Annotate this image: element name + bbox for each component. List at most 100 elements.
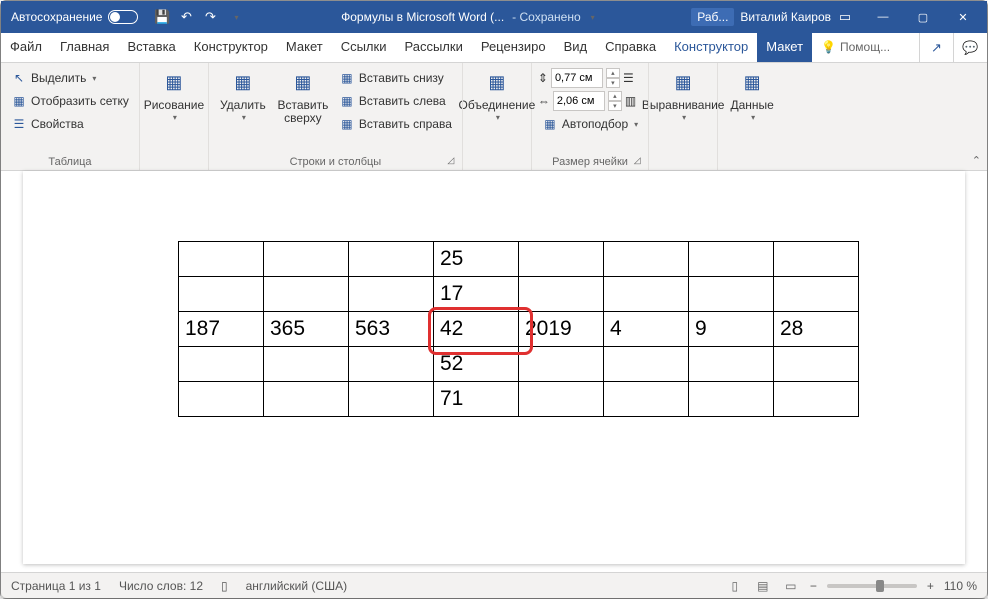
share-button[interactable]: ↗ <box>919 33 953 62</box>
web-layout-icon[interactable]: ▭ <box>782 578 800 594</box>
account-badge: Раб... <box>691 8 734 26</box>
tab-layout[interactable]: Макет <box>277 33 332 62</box>
table-row[interactable]: 1873655634220194928 <box>179 312 859 347</box>
cursor-icon: ↖ <box>11 70 27 86</box>
word-table[interactable]: 25 17 1873655634220194928 52 71 <box>178 241 859 417</box>
qat-more-icon[interactable]: ▾ <box>228 9 244 25</box>
print-layout-icon[interactable]: ▤ <box>754 578 772 594</box>
data-icon: ▦ <box>738 69 766 97</box>
delete-icon: ▦ <box>229 69 257 97</box>
zoom-in-icon[interactable]: + <box>927 579 934 593</box>
autosave[interactable]: Автосохранение <box>5 10 144 24</box>
height-input[interactable] <box>551 68 603 88</box>
row-height[interactable]: ⇕▴▾☰ <box>538 67 642 89</box>
insert-above-button[interactable]: ▦Вставить сверху <box>275 67 331 127</box>
ribbon-options-icon[interactable]: ▭ <box>837 9 853 25</box>
tab-table-layout[interactable]: Макет <box>757 33 812 62</box>
group-label-rows: Строки и столбцы <box>290 154 382 168</box>
autofit-button[interactable]: ▦Автоподбор▾ <box>538 113 642 135</box>
tab-table-design[interactable]: Конструктор <box>665 33 757 62</box>
height-icon: ⇕ <box>538 71 548 85</box>
tab-help[interactable]: Справка <box>596 33 665 62</box>
tab-mailings[interactable]: Рассылки <box>395 33 471 62</box>
distribute-cols-icon[interactable]: ▥ <box>625 94 636 108</box>
insert-below-button[interactable]: ▦Вставить снизу <box>335 67 456 89</box>
user-name: Виталий Каиров <box>740 10 831 24</box>
focus-mode-icon[interactable]: ▯ <box>726 578 744 594</box>
group-data: ▦Данные▾ <box>718 63 786 170</box>
merge-button[interactable]: ▦Объединение▾ <box>469 67 525 125</box>
ribbon-tabs: Файл Главная Вставка Конструктор Макет С… <box>1 33 987 63</box>
delete-button[interactable]: ▦Удалить▾ <box>215 67 271 125</box>
col-width[interactable]: ⇔▴▾▥ <box>538 90 642 112</box>
undo-icon[interactable]: ↶ <box>178 9 194 25</box>
window-controls: — ▢ ✕ <box>863 1 983 33</box>
tell-me[interactable]: 💡Помощ... <box>812 33 899 62</box>
gridlines-button[interactable]: ▦Отобразить сетку <box>7 90 133 112</box>
group-label-cell: Размер ячейки <box>552 154 628 168</box>
title-dropdown-icon[interactable]: ▾ <box>591 13 595 22</box>
distribute-rows-icon[interactable]: ☰ <box>623 71 634 85</box>
group-table: ↖Выделить▾ ▦Отобразить сетку ☰Свойства Т… <box>1 63 140 170</box>
dialog-launcher-icon[interactable]: ◿ <box>444 153 458 167</box>
active-cell: 42 <box>434 312 519 347</box>
table-row[interactable]: 71 <box>179 382 859 417</box>
status-bar: Страница 1 из 1 Число слов: 12 ▯ английс… <box>1 572 987 598</box>
tab-home[interactable]: Главная <box>51 33 118 62</box>
document-area[interactable]: 25 17 1873655634220194928 52 71 <box>23 171 965 564</box>
zoom-out-icon[interactable]: − <box>810 579 817 593</box>
group-align: ▦Выравнивание▾ <box>649 63 718 170</box>
autosave-toggle[interactable] <box>108 10 138 24</box>
tab-file[interactable]: Файл <box>1 33 51 62</box>
autosave-label: Автосохранение <box>11 10 102 24</box>
group-label-table: Таблица <box>48 154 91 168</box>
grid-icon: ▦ <box>11 93 27 109</box>
group-draw: ▦Рисование▾ <box>140 63 209 170</box>
insert-right-icon: ▦ <box>339 116 355 132</box>
properties-icon: ☰ <box>11 116 27 132</box>
dialog-launcher-icon[interactable]: ◿ <box>630 153 644 167</box>
group-merge: ▦Объединение▾ <box>463 63 532 170</box>
tab-view[interactable]: Вид <box>555 33 597 62</box>
zoom-level[interactable]: 110 % <box>944 579 977 593</box>
properties-button[interactable]: ☰Свойства <box>7 113 133 135</box>
zoom-slider[interactable] <box>827 584 917 588</box>
minimize-button[interactable]: — <box>863 1 903 33</box>
tab-review[interactable]: Рецензиро <box>472 33 555 62</box>
page-info[interactable]: Страница 1 из 1 <box>11 579 101 593</box>
insert-left-icon: ▦ <box>339 93 355 109</box>
align-button[interactable]: ▦Выравнивание▾ <box>655 67 711 125</box>
tab-design[interactable]: Конструктор <box>185 33 277 62</box>
insert-left-button[interactable]: ▦Вставить слева <box>335 90 456 112</box>
draw-button[interactable]: ▦Рисование▾ <box>146 67 202 125</box>
insert-right-button[interactable]: ▦Вставить справа <box>335 113 456 135</box>
select-button[interactable]: ↖Выделить▾ <box>7 67 133 89</box>
quick-access-toolbar: 💾 ↶ ↷ ▾ <box>150 9 248 25</box>
saved-status: - Сохранено <box>512 10 580 24</box>
account-area[interactable]: Раб... Виталий Каиров ▭ <box>687 8 857 26</box>
width-input[interactable] <box>553 91 605 111</box>
data-button[interactable]: ▦Данные▾ <box>724 67 780 125</box>
table-row[interactable]: 25 <box>179 242 859 277</box>
redo-icon[interactable]: ↷ <box>202 9 218 25</box>
maximize-button[interactable]: ▢ <box>903 1 943 33</box>
word-count[interactable]: Число слов: 12 <box>119 579 203 593</box>
autofit-icon: ▦ <box>542 116 558 132</box>
pencil-icon: ▦ <box>160 69 188 97</box>
ribbon: ↖Выделить▾ ▦Отобразить сетку ☰Свойства Т… <box>1 63 987 171</box>
align-icon: ▦ <box>669 69 697 97</box>
window-title: Формулы в Microsoft Word (... - Сохранен… <box>254 10 681 24</box>
comments-button[interactable]: 💬 <box>953 33 987 62</box>
merge-icon: ▦ <box>483 69 511 97</box>
collapse-ribbon-icon[interactable]: ⌃ <box>972 154 981 167</box>
spell-check-icon[interactable]: ▯ <box>221 579 228 593</box>
tab-references[interactable]: Ссылки <box>332 33 396 62</box>
tab-insert[interactable]: Вставка <box>118 33 184 62</box>
save-icon[interactable]: 💾 <box>154 9 170 25</box>
table-row[interactable]: 17 <box>179 277 859 312</box>
insert-below-icon: ▦ <box>339 70 355 86</box>
close-button[interactable]: ✕ <box>943 1 983 33</box>
table-row[interactable]: 52 <box>179 347 859 382</box>
width-icon: ⇔ <box>538 94 550 108</box>
language[interactable]: английский (США) <box>246 579 347 593</box>
